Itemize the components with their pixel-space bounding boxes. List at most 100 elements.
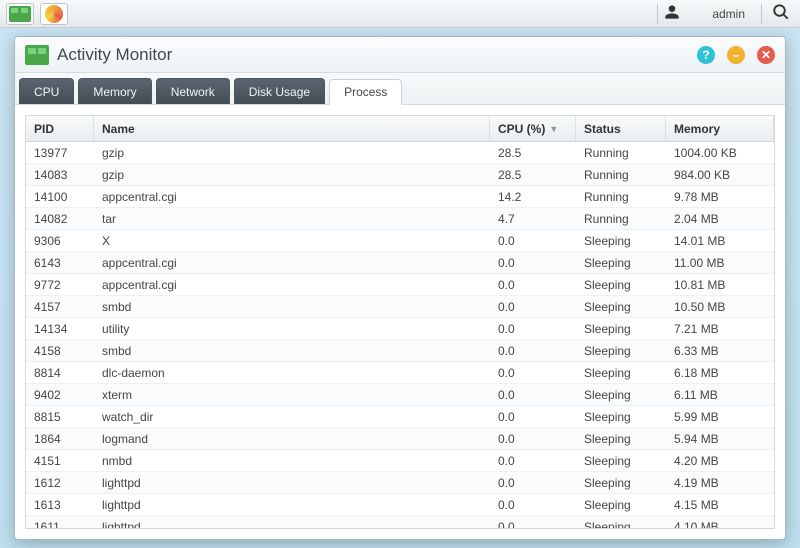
cell-memory: 6.33 MB	[666, 340, 774, 361]
table-row[interactable]: 4158smbd0.0Sleeping6.33 MB	[26, 340, 774, 362]
cell-cpu: 28.5	[490, 164, 576, 185]
cell-name: lighttpd	[94, 472, 490, 493]
cell-name: dlc-daemon	[94, 362, 490, 383]
cell-status: Sleeping	[576, 340, 666, 361]
help-button[interactable]: ?	[697, 46, 715, 64]
tab-bar: CPUMemoryNetworkDisk UsageProcess	[15, 73, 785, 105]
table-row[interactable]: 4157smbd0.0Sleeping10.50 MB	[26, 296, 774, 318]
table-row[interactable]: 9306X0.0Sleeping14.01 MB	[26, 230, 774, 252]
cell-status: Running	[576, 142, 666, 163]
user-icon[interactable]	[664, 4, 680, 23]
cell-status: Sleeping	[576, 494, 666, 515]
table-body[interactable]: 13977gzip28.5Running1004.00 KB14083gzip2…	[26, 142, 774, 528]
table-header: PID Name CPU (%) ▼ Status Memory	[26, 116, 774, 142]
cell-pid: 9772	[26, 274, 94, 295]
cell-pid: 1612	[26, 472, 94, 493]
cell-memory: 984.00 KB	[666, 164, 774, 185]
cell-pid: 8814	[26, 362, 94, 383]
cell-cpu: 0.0	[490, 252, 576, 273]
user-name-label[interactable]: admin	[686, 7, 755, 21]
column-header-cpu-label: CPU (%)	[498, 122, 545, 136]
cell-pid: 1613	[26, 494, 94, 515]
cell-cpu: 0.0	[490, 340, 576, 361]
cell-status: Sleeping	[576, 384, 666, 405]
window-titlebar[interactable]: Activity Monitor ? – ✕	[15, 37, 785, 73]
close-button[interactable]: ✕	[757, 46, 775, 64]
cell-cpu: 0.0	[490, 384, 576, 405]
table-row[interactable]: 1613lighttpd0.0Sleeping4.15 MB	[26, 494, 774, 516]
cell-pid: 14082	[26, 208, 94, 229]
process-table: PID Name CPU (%) ▼ Status Memory 13977gz…	[25, 115, 775, 529]
process-table-container: PID Name CPU (%) ▼ Status Memory 13977gz…	[15, 105, 785, 539]
cell-pid: 14083	[26, 164, 94, 185]
cell-memory: 5.94 MB	[666, 428, 774, 449]
table-row[interactable]: 4151nmbd0.0Sleeping4.20 MB	[26, 450, 774, 472]
tab-disk-usage[interactable]: Disk Usage	[234, 78, 325, 104]
cell-pid: 4157	[26, 296, 94, 317]
cell-cpu: 0.0	[490, 296, 576, 317]
cell-pid: 14134	[26, 318, 94, 339]
swirl-icon	[45, 5, 63, 23]
cell-cpu: 0.0	[490, 450, 576, 471]
cell-name: xterm	[94, 384, 490, 405]
table-row[interactable]: 8814dlc-daemon0.0Sleeping6.18 MB	[26, 362, 774, 384]
tab-cpu[interactable]: CPU	[19, 78, 74, 104]
table-row[interactable]: 13977gzip28.5Running1004.00 KB	[26, 142, 774, 164]
table-row[interactable]: 8815watch_dir0.0Sleeping5.99 MB	[26, 406, 774, 428]
cell-pid: 14100	[26, 186, 94, 207]
cell-pid: 9402	[26, 384, 94, 405]
cell-name: gzip	[94, 142, 490, 163]
column-header-pid[interactable]: PID	[26, 116, 94, 141]
table-row[interactable]: 14134utility0.0Sleeping7.21 MB	[26, 318, 774, 340]
cell-memory: 4.10 MB	[666, 516, 774, 528]
cell-memory: 6.11 MB	[666, 384, 774, 405]
tab-process[interactable]: Process	[329, 79, 402, 105]
cell-pid: 4151	[26, 450, 94, 471]
table-row[interactable]: 1612lighttpd0.0Sleeping4.19 MB	[26, 472, 774, 494]
table-row[interactable]: 9772appcentral.cgi0.0Sleeping10.81 MB	[26, 274, 774, 296]
cell-cpu: 0.0	[490, 274, 576, 295]
cell-name: lighttpd	[94, 494, 490, 515]
cell-name: nmbd	[94, 450, 490, 471]
sort-descending-icon: ▼	[549, 124, 558, 134]
table-row[interactable]: 14083gzip28.5Running984.00 KB	[26, 164, 774, 186]
minimize-button[interactable]: –	[727, 46, 745, 64]
tab-network[interactable]: Network	[156, 78, 230, 104]
cell-memory: 4.20 MB	[666, 450, 774, 471]
cell-status: Sleeping	[576, 516, 666, 528]
cell-pid: 8815	[26, 406, 94, 427]
table-row[interactable]: 6143appcentral.cgi0.0Sleeping11.00 MB	[26, 252, 774, 274]
table-row[interactable]: 14082tar4.7Running2.04 MB	[26, 208, 774, 230]
cell-status: Running	[576, 164, 666, 185]
column-header-status[interactable]: Status	[576, 116, 666, 141]
column-header-name[interactable]: Name	[94, 116, 490, 141]
cell-status: Running	[576, 208, 666, 229]
cell-pid: 1864	[26, 428, 94, 449]
cell-cpu: 0.0	[490, 494, 576, 515]
cell-name: watch_dir	[94, 406, 490, 427]
table-row[interactable]: 9402xterm0.0Sleeping6.11 MB	[26, 384, 774, 406]
tab-memory[interactable]: Memory	[78, 78, 151, 104]
cell-name: appcentral.cgi	[94, 186, 490, 207]
topbar-divider	[657, 4, 658, 24]
cell-cpu: 0.0	[490, 406, 576, 427]
search-icon[interactable]	[768, 3, 794, 24]
cell-memory: 7.21 MB	[666, 318, 774, 339]
cell-name: appcentral.cgi	[94, 274, 490, 295]
table-row[interactable]: 1611lighttpd0.0Sleeping4.10 MB	[26, 516, 774, 528]
cell-memory: 4.15 MB	[666, 494, 774, 515]
system-topbar: admin	[0, 0, 800, 28]
cell-name: logmand	[94, 428, 490, 449]
cell-cpu: 0.0	[490, 362, 576, 383]
cell-memory: 1004.00 KB	[666, 142, 774, 163]
taskbar-app-activity-monitor[interactable]	[6, 3, 34, 25]
taskbar-app-other[interactable]	[40, 3, 68, 25]
cell-name: X	[94, 230, 490, 251]
table-row[interactable]: 1864logmand0.0Sleeping5.94 MB	[26, 428, 774, 450]
cell-pid: 13977	[26, 142, 94, 163]
cell-cpu: 0.0	[490, 318, 576, 339]
cell-status: Sleeping	[576, 450, 666, 471]
column-header-cpu[interactable]: CPU (%) ▼	[490, 116, 576, 141]
table-row[interactable]: 14100appcentral.cgi14.2Running9.78 MB	[26, 186, 774, 208]
column-header-memory[interactable]: Memory	[666, 116, 774, 141]
